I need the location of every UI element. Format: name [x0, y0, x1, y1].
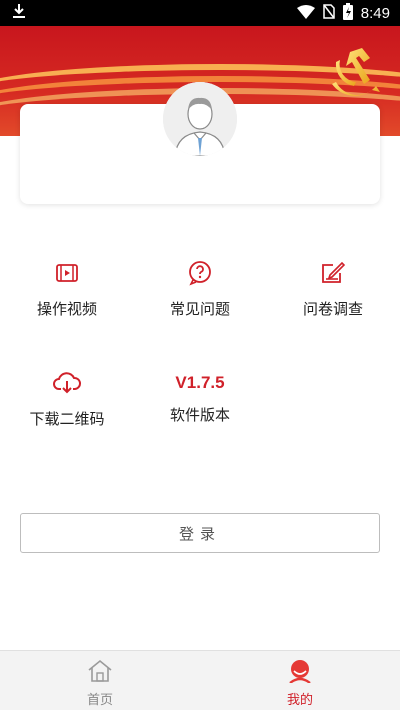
user-icon: [287, 659, 313, 687]
status-time: 8:49: [360, 4, 390, 22]
version-value: V1.7.5: [175, 373, 225, 392]
battery-icon: [342, 2, 353, 24]
bottom-nav: 首页 我的: [0, 650, 400, 710]
video-icon: [12, 258, 122, 288]
menu-item-faq[interactable]: 常见问题: [145, 258, 255, 319]
menu-label: 操作视频: [36, 300, 97, 318]
menu-label: 下载二维码: [29, 410, 105, 428]
menu-item-survey[interactable]: 问卷调查: [278, 258, 388, 319]
survey-icon: [278, 258, 388, 288]
no-sim-icon: [323, 3, 335, 23]
question-icon: [145, 258, 255, 288]
login-button[interactable]: 登录: [20, 513, 380, 553]
nav-item-mine[interactable]: 我的: [200, 651, 400, 710]
nav-item-home[interactable]: 首页: [0, 651, 200, 710]
menu-item-version: V1.7.5 软件版本: [145, 368, 255, 425]
menu-item-video[interactable]: 操作视频: [12, 258, 122, 319]
menu-item-qrcode[interactable]: 下载二维码: [12, 368, 122, 429]
home-icon: [87, 659, 113, 687]
wifi-icon: [296, 4, 315, 23]
menu-label: 软件版本: [169, 406, 230, 424]
nav-label: 首页: [86, 693, 113, 708]
screen: 8:49 操作视频 常见问题 问卷调查 下载二维码 V1.7.5 软件版本 登录…: [0, 0, 400, 710]
status-icons: 8:49: [296, 2, 390, 24]
cloud-download-icon: [12, 368, 122, 398]
status-bar: 8:49: [0, 0, 400, 26]
avatar[interactable]: [163, 82, 237, 156]
download-icon: [12, 3, 26, 23]
nav-label: 我的: [286, 693, 313, 708]
party-emblem-icon: [326, 40, 386, 104]
menu-label: 常见问题: [169, 300, 230, 318]
menu-label: 问卷调查: [302, 300, 363, 318]
